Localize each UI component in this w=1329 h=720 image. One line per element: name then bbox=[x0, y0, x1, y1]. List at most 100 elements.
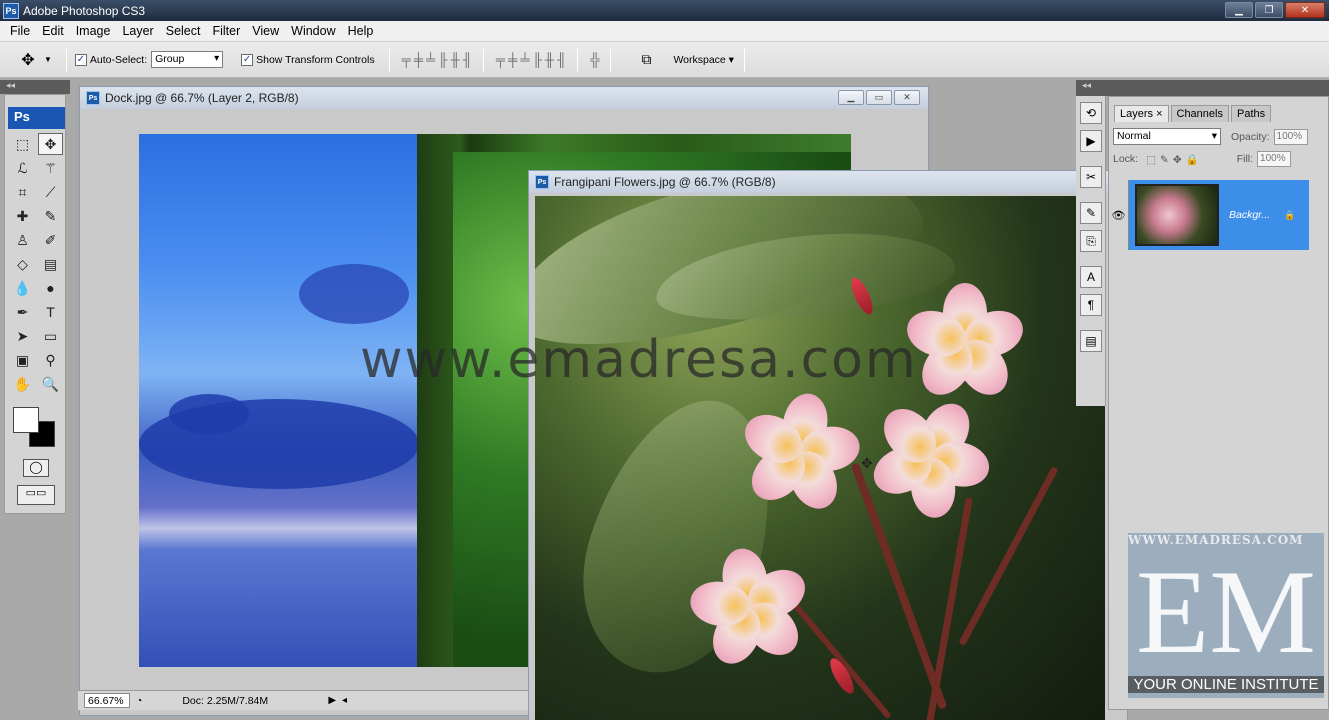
maximize-button[interactable]: ❐ bbox=[1255, 2, 1283, 18]
photoshop-app-icon: Ps bbox=[3, 2, 19, 19]
menu-edit[interactable]: Edit bbox=[36, 24, 70, 38]
close-button[interactable]: ✕ bbox=[1285, 2, 1325, 18]
visibility-eye-icon[interactable]: 👁 bbox=[1109, 180, 1129, 250]
pen-icon[interactable]: ✒ bbox=[10, 301, 35, 323]
photoshop-logo[interactable]: Ps bbox=[8, 107, 65, 129]
auto-select-mode-dropdown[interactable]: Group bbox=[151, 51, 224, 68]
screen-mode-icon[interactable]: ▭▭ bbox=[17, 485, 55, 505]
history-panel-icon[interactable]: ⟲ bbox=[1080, 102, 1102, 124]
show-transform-checkbox[interactable]: ✓ Show Transform Controls bbox=[241, 53, 375, 66]
panel-dock-collapse-bar[interactable]: ◂◂ bbox=[1076, 80, 1329, 96]
clone-source-panel-icon[interactable]: ⎘ bbox=[1080, 230, 1102, 252]
auto-select-checkbox[interactable]: ✓ Auto-Select: bbox=[74, 53, 147, 66]
layer-thumbnail bbox=[1135, 184, 1219, 246]
tab-channels[interactable]: Channels bbox=[1170, 105, 1229, 122]
separator bbox=[482, 47, 484, 72]
tools-panel-collapse-bar[interactable]: ◂◂ bbox=[0, 80, 70, 94]
window-title: Adobe Photoshop CS3 bbox=[23, 3, 146, 18]
notes-icon[interactable]: ▣ bbox=[10, 349, 35, 371]
hand-icon[interactable]: ✋ bbox=[10, 373, 35, 395]
lock-options-icon[interactable]: ⬚✎✥🔒 bbox=[1146, 153, 1203, 166]
lasso-icon[interactable]: ℒ bbox=[10, 157, 35, 179]
actions-panel-icon[interactable]: ▶ bbox=[1080, 130, 1102, 152]
marquee-icon[interactable]: ⬚ bbox=[10, 133, 35, 155]
align-left-icon[interactable]: ╟ bbox=[438, 52, 447, 67]
eyedropper-icon[interactable]: ⚲ bbox=[38, 349, 63, 371]
healing-icon[interactable]: ✚ bbox=[10, 205, 35, 227]
layer-name[interactable]: Backgr... bbox=[1229, 209, 1270, 221]
menu-image[interactable]: Image bbox=[70, 24, 117, 38]
minimize-button[interactable]: ▁ bbox=[1225, 2, 1253, 18]
blur-icon[interactable]: 💧 bbox=[10, 277, 35, 299]
menu-file[interactable]: File bbox=[4, 24, 36, 38]
distribute-right-icon[interactable]: ╢ bbox=[557, 52, 566, 67]
document-title-bar[interactable]: Ps Frangipani Flowers.jpg @ 66.7% (RGB/8… bbox=[529, 171, 1127, 193]
crop-icon[interactable]: ⌗ bbox=[10, 181, 35, 203]
move-icon[interactable]: ✥ bbox=[38, 133, 63, 155]
show-transform-check-icon[interactable]: ✓ bbox=[241, 53, 254, 66]
scroll-left-icon[interactable]: ◂ bbox=[342, 695, 347, 706]
path-select-icon[interactable]: ➤ bbox=[10, 325, 35, 347]
status-info-icon[interactable]: ◔ bbox=[136, 695, 142, 707]
logo-tagline: YOUR ONLINE INSTITUTE bbox=[1128, 676, 1324, 693]
distribute-top-icon[interactable]: ╤ bbox=[496, 52, 505, 67]
menu-help[interactable]: Help bbox=[342, 24, 380, 38]
distribute-hcenter-icon[interactable]: ╫ bbox=[545, 52, 554, 67]
align-hcenter-icon[interactable]: ╫ bbox=[450, 52, 459, 67]
document-title-bar[interactable]: Ps Dock.jpg @ 66.7% (Layer 2, RGB/8) ▁ ▭… bbox=[80, 87, 928, 109]
tab-layers[interactable]: Layers × bbox=[1114, 105, 1169, 122]
zoom-icon[interactable]: 🔍 bbox=[38, 373, 63, 395]
align-bottom-icon[interactable]: ╧ bbox=[426, 52, 435, 67]
type-icon[interactable]: T bbox=[38, 301, 63, 323]
foreground-color-swatch[interactable] bbox=[13, 407, 39, 433]
distribute-vcenter-icon[interactable]: ╪ bbox=[508, 52, 517, 67]
layer-row-background[interactable]: 👁 Backgr... 🔒 bbox=[1109, 180, 1309, 250]
align-vcenter-icon[interactable]: ╪ bbox=[414, 52, 423, 67]
gradient-icon[interactable]: ▤ bbox=[38, 253, 63, 275]
auto-select-check-icon[interactable]: ✓ bbox=[74, 53, 87, 66]
move-tool-preset-icon[interactable]: ✥ bbox=[16, 49, 40, 71]
separator bbox=[388, 47, 390, 72]
tool-preset-dropdown-icon[interactable]: ▼ bbox=[44, 55, 52, 64]
status-menu-arrow-icon[interactable]: ▶ bbox=[328, 695, 336, 706]
layer-comps-panel-icon[interactable]: ▤ bbox=[1080, 330, 1102, 352]
auto-align-icon[interactable]: ╬ bbox=[590, 52, 599, 67]
zoom-level-field[interactable]: 66.67% bbox=[84, 693, 130, 708]
slice-icon[interactable]: ⟋ bbox=[38, 181, 63, 203]
doc-minimize-button[interactable]: ▁ bbox=[838, 90, 864, 105]
opacity-field[interactable]: 100% bbox=[1273, 128, 1308, 145]
blend-mode-dropdown[interactable]: Normal bbox=[1113, 128, 1221, 145]
paragraph-panel-icon[interactable]: ¶ bbox=[1080, 294, 1102, 316]
dodge-icon[interactable]: ● bbox=[38, 277, 63, 299]
stamp-icon[interactable]: ♙ bbox=[10, 229, 35, 251]
magic-wand-icon[interactable]: ⚚ bbox=[38, 157, 63, 179]
shape-icon[interactable]: ▭ bbox=[38, 325, 63, 347]
doc-maximize-button[interactable]: ▭ bbox=[866, 90, 892, 105]
align-right-icon[interactable]: ╢ bbox=[463, 52, 472, 67]
tab-paths[interactable]: Paths bbox=[1230, 105, 1272, 122]
brush-icon[interactable]: ✎ bbox=[38, 205, 63, 227]
show-transform-label: Show Transform Controls bbox=[256, 53, 375, 66]
doc-close-button[interactable]: ✕ bbox=[894, 90, 920, 105]
quick-mask-icon[interactable]: ◯ bbox=[23, 459, 49, 477]
align-top-icon[interactable]: ╤ bbox=[402, 52, 411, 67]
history-brush-icon[interactable]: ✐ bbox=[38, 229, 63, 251]
menu-filter[interactable]: Filter bbox=[206, 24, 246, 38]
bridge-icon[interactable]: ⧉ bbox=[635, 51, 657, 69]
frangipani-canvas[interactable] bbox=[535, 196, 1105, 720]
fill-field[interactable]: 100% bbox=[1257, 151, 1292, 167]
tool-presets-panel-icon[interactable]: ✂ bbox=[1080, 166, 1102, 188]
stem bbox=[784, 592, 892, 720]
menu-select[interactable]: Select bbox=[160, 24, 207, 38]
layer-lock-icon: 🔒 bbox=[1284, 209, 1296, 220]
brushes-panel-icon[interactable]: ✎ bbox=[1080, 202, 1102, 224]
menu-window[interactable]: Window bbox=[285, 24, 341, 38]
workspace-menu[interactable]: Workspace ▾ bbox=[673, 54, 734, 66]
character-panel-icon[interactable]: A bbox=[1080, 266, 1102, 288]
auto-align-button[interactable]: ╬ bbox=[590, 52, 599, 67]
eraser-icon[interactable]: ◇ bbox=[10, 253, 35, 275]
distribute-bottom-icon[interactable]: ╧ bbox=[520, 52, 529, 67]
menu-view[interactable]: View bbox=[246, 24, 285, 38]
menu-layer[interactable]: Layer bbox=[116, 24, 159, 38]
distribute-left-icon[interactable]: ╟ bbox=[533, 52, 542, 67]
